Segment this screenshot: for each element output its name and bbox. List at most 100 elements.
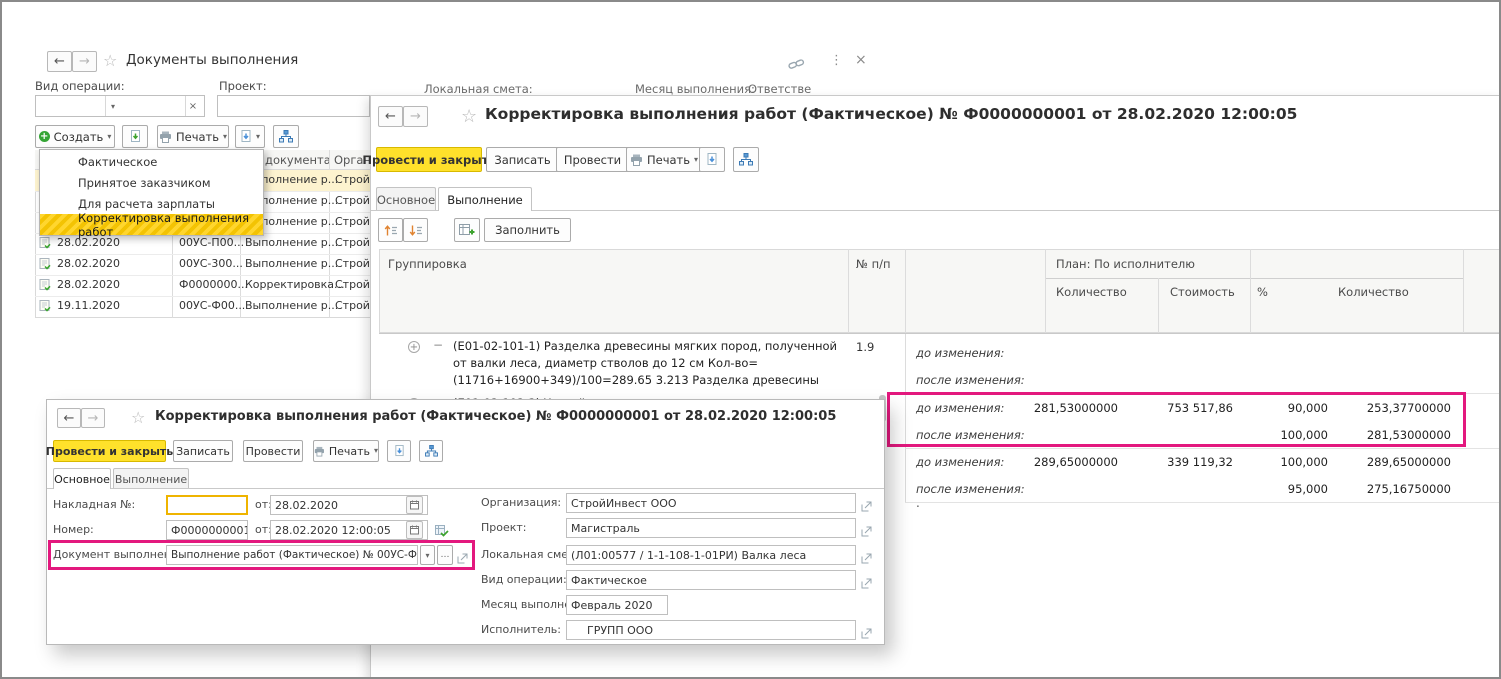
tab-main[interactable]: Основное [376, 187, 436, 211]
list-row[interactable]: 28.02.2020 Ф0000000... Корректировка... … [35, 275, 370, 296]
before-cost[interactable]: 339 119,32 [1133, 455, 1233, 469]
menu-item-correction[interactable]: Корректировка выполнения работ [40, 214, 263, 235]
document-icon [39, 237, 51, 252]
menu-item-factual[interactable]: Фактическое [40, 151, 263, 172]
tab-execution[interactable]: Выполнение [113, 468, 189, 489]
project-label: Проект: [481, 521, 527, 534]
print-button[interactable]: Печать ▾ [626, 147, 702, 172]
chevron-down-icon: ▾ [694, 156, 698, 164]
after-label: после изменения: [916, 482, 1025, 496]
after-percent[interactable]: 95,000 [1258, 482, 1328, 496]
chevron-down-icon[interactable]: ▾ [105, 96, 120, 116]
open-link-icon[interactable] [861, 624, 872, 643]
number-date-input[interactable]: 28.02.2020 12:00:05 [270, 520, 428, 540]
open-link-icon[interactable] [861, 522, 872, 541]
expand-rows-button[interactable] [403, 218, 428, 242]
back-button[interactable]: ← [57, 408, 81, 428]
create-button[interactable]: + Создать ▾ [35, 125, 115, 148]
structure-button[interactable] [419, 440, 443, 462]
back-button[interactable]: ← [378, 106, 403, 127]
before-percent[interactable]: 100,000 [1258, 455, 1328, 469]
operation-input[interactable]: Фактическое [566, 570, 856, 590]
col-plan-group[interactable]: План: По исполнителю [1056, 257, 1195, 271]
post-and-close-button[interactable]: Провести и закрыть [53, 440, 166, 462]
print-button[interactable]: Печать ▾ [157, 125, 229, 148]
tab-execution[interactable]: Выполнение [438, 187, 532, 211]
project-input[interactable]: Магистраль [566, 518, 856, 538]
operation-label: Вид операции: [481, 573, 567, 586]
calendar-icon[interactable] [406, 496, 423, 514]
open-link-icon[interactable] [861, 497, 872, 516]
structure-button[interactable] [273, 125, 299, 148]
invoice-date-input[interactable]: 28.02.2020 [270, 495, 428, 515]
fill-button[interactable]: Заполнить [484, 218, 571, 242]
collapse-rows-button[interactable] [378, 218, 403, 242]
invoice-input[interactable] [166, 495, 248, 515]
menu-item-accepted[interactable]: Принятое заказчиком [40, 172, 263, 193]
chevron-down-icon: ▾ [256, 133, 260, 141]
operation-filter-input[interactable]: ▾ × [35, 95, 205, 117]
forward-button[interactable]: → [81, 408, 105, 428]
post-button[interactable]: Провести [556, 147, 629, 172]
open-link-icon[interactable] [861, 549, 872, 568]
open-link-icon[interactable] [861, 574, 872, 593]
calendar-icon[interactable] [406, 521, 423, 539]
executor-input[interactable]: ГРУПП ООО [566, 620, 856, 640]
more-menu-icon[interactable]: ⋮ [830, 53, 843, 68]
back-button[interactable]: ← [47, 51, 72, 72]
structure-button[interactable] [733, 147, 759, 172]
clear-icon[interactable]: × [185, 96, 200, 116]
collapse-node-icon[interactable]: − [433, 338, 443, 352]
project-filter-label: Проект: [219, 79, 267, 93]
grid-header [379, 249, 1501, 333]
col-cost[interactable]: Стоимость [1170, 285, 1235, 299]
forward-button[interactable]: → [72, 51, 97, 72]
export-button[interactable]: ▾ [235, 125, 265, 148]
month-input[interactable]: Февраль 2020 [566, 595, 668, 615]
favorite-star-icon[interactable]: ☆ [461, 106, 477, 127]
operation-filter-label: Вид операции: [35, 79, 125, 93]
list-window-title: Документы выполнения [126, 52, 298, 68]
save-button[interactable]: Записать [173, 440, 233, 462]
close-icon[interactable]: × [855, 52, 867, 68]
before-qty[interactable]: 289,65000000 [971, 455, 1118, 469]
col-grouping[interactable]: Группировка [388, 257, 467, 271]
print-button[interactable]: Печать ▾ [313, 440, 379, 462]
row-group-text[interactable]: (Е01-02-101-1) Разделка древесины мягких… [453, 338, 849, 389]
export-button[interactable] [699, 147, 725, 172]
col-qty2[interactable]: Количество [1338, 285, 1409, 299]
save-button[interactable]: Записать [486, 147, 559, 172]
forward-button[interactable]: → [403, 106, 428, 127]
post-and-close-button[interactable]: Провести и закрыть [376, 147, 482, 172]
executor-label: Исполнитель: [481, 623, 561, 636]
project-filter-input[interactable] [217, 95, 370, 117]
favorite-star-icon[interactable]: ☆ [103, 51, 117, 70]
app-screen: ← → ☆ Документы выполнения ⋮ × Вид опера… [0, 0, 1501, 679]
collapse-icon [384, 224, 398, 237]
col-qty[interactable]: Количество [1056, 285, 1127, 299]
get-link-icon[interactable] [788, 56, 805, 75]
org-structure-icon [425, 445, 438, 457]
load-document-button[interactable] [122, 125, 148, 148]
favorite-star-icon[interactable]: ☆ [131, 408, 145, 427]
post-button[interactable]: Провести [243, 440, 303, 462]
before-qty2[interactable]: 289,65000000 [1351, 455, 1451, 469]
col-percent[interactable]: % [1257, 285, 1268, 299]
list-row[interactable]: 19.11.2020 00УС-Ф00... Выполнение р... С… [35, 296, 370, 317]
number-input[interactable]: Ф0000000001 [166, 520, 248, 540]
org-input[interactable]: СтройИнвест ООО [566, 493, 856, 513]
add-row-button[interactable] [454, 218, 480, 242]
list-row[interactable]: 28.02.2020 00УС-300... Выполнение р... С… [35, 254, 370, 275]
tab-main[interactable]: Основное [53, 468, 111, 489]
after-qty2[interactable]: 275,16750000 [1351, 482, 1451, 496]
document-icon [39, 279, 51, 294]
estimate-input[interactable]: (Л01:00577 / 1-1-108-1-01РИ) Валка леса [566, 545, 856, 565]
number-label: Номер: [53, 523, 94, 536]
col-line-no[interactable]: № п/п [856, 257, 891, 271]
export-button[interactable] [387, 440, 411, 462]
expand-node-icon[interactable]: + [408, 341, 420, 353]
list-col-doc-type[interactable]: документа [265, 153, 331, 167]
document-download-icon [706, 153, 718, 166]
printer-icon [314, 446, 325, 457]
row-line-no[interactable]: 1.9 [856, 340, 874, 354]
